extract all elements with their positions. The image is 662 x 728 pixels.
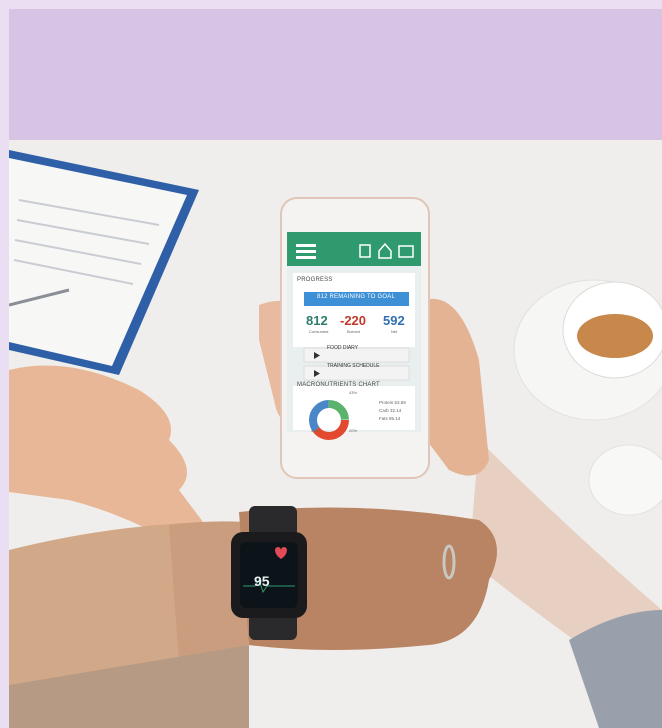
consumed-value: 812 xyxy=(306,313,328,328)
phone-screen: PROGRESS 812 REMAINING TO GOAL 812 Consu… xyxy=(287,225,421,433)
net-label: Net xyxy=(391,329,398,334)
consumed-label: Consumed xyxy=(309,329,329,334)
watch-reading: 95 xyxy=(254,573,270,589)
burned-value: -220 xyxy=(340,313,367,328)
chart-pct-top: 43% xyxy=(349,390,358,395)
progress-title: PROGRESS xyxy=(297,277,333,283)
photo: PROGRESS 812 REMAINING TO GOAL 812 Consu… xyxy=(9,140,662,728)
chart-pct-left: 37% xyxy=(311,428,320,433)
chart-pct-right: 20% xyxy=(349,428,358,433)
legend-fats: Fats 95.14 xyxy=(379,416,401,421)
header-band xyxy=(9,9,662,140)
net-value: 592 xyxy=(383,313,405,328)
goal-banner: 812 REMAINING TO GOAL xyxy=(317,294,396,300)
burned-label: Burned xyxy=(347,329,360,334)
image-frame: PROGRESS 812 REMAINING TO GOAL 812 Consu… xyxy=(9,9,662,728)
macronutrients-title: MACRONUTRIENTS CHART xyxy=(297,382,380,388)
legend-carb: Carb 32.14 xyxy=(379,408,402,413)
training-schedule-button[interactable]: TRAINING SCHEDULE xyxy=(327,363,380,369)
food-diary-button[interactable]: FOOD DIARY xyxy=(327,345,358,351)
legend-protein: Protein 53.59 xyxy=(379,400,406,405)
